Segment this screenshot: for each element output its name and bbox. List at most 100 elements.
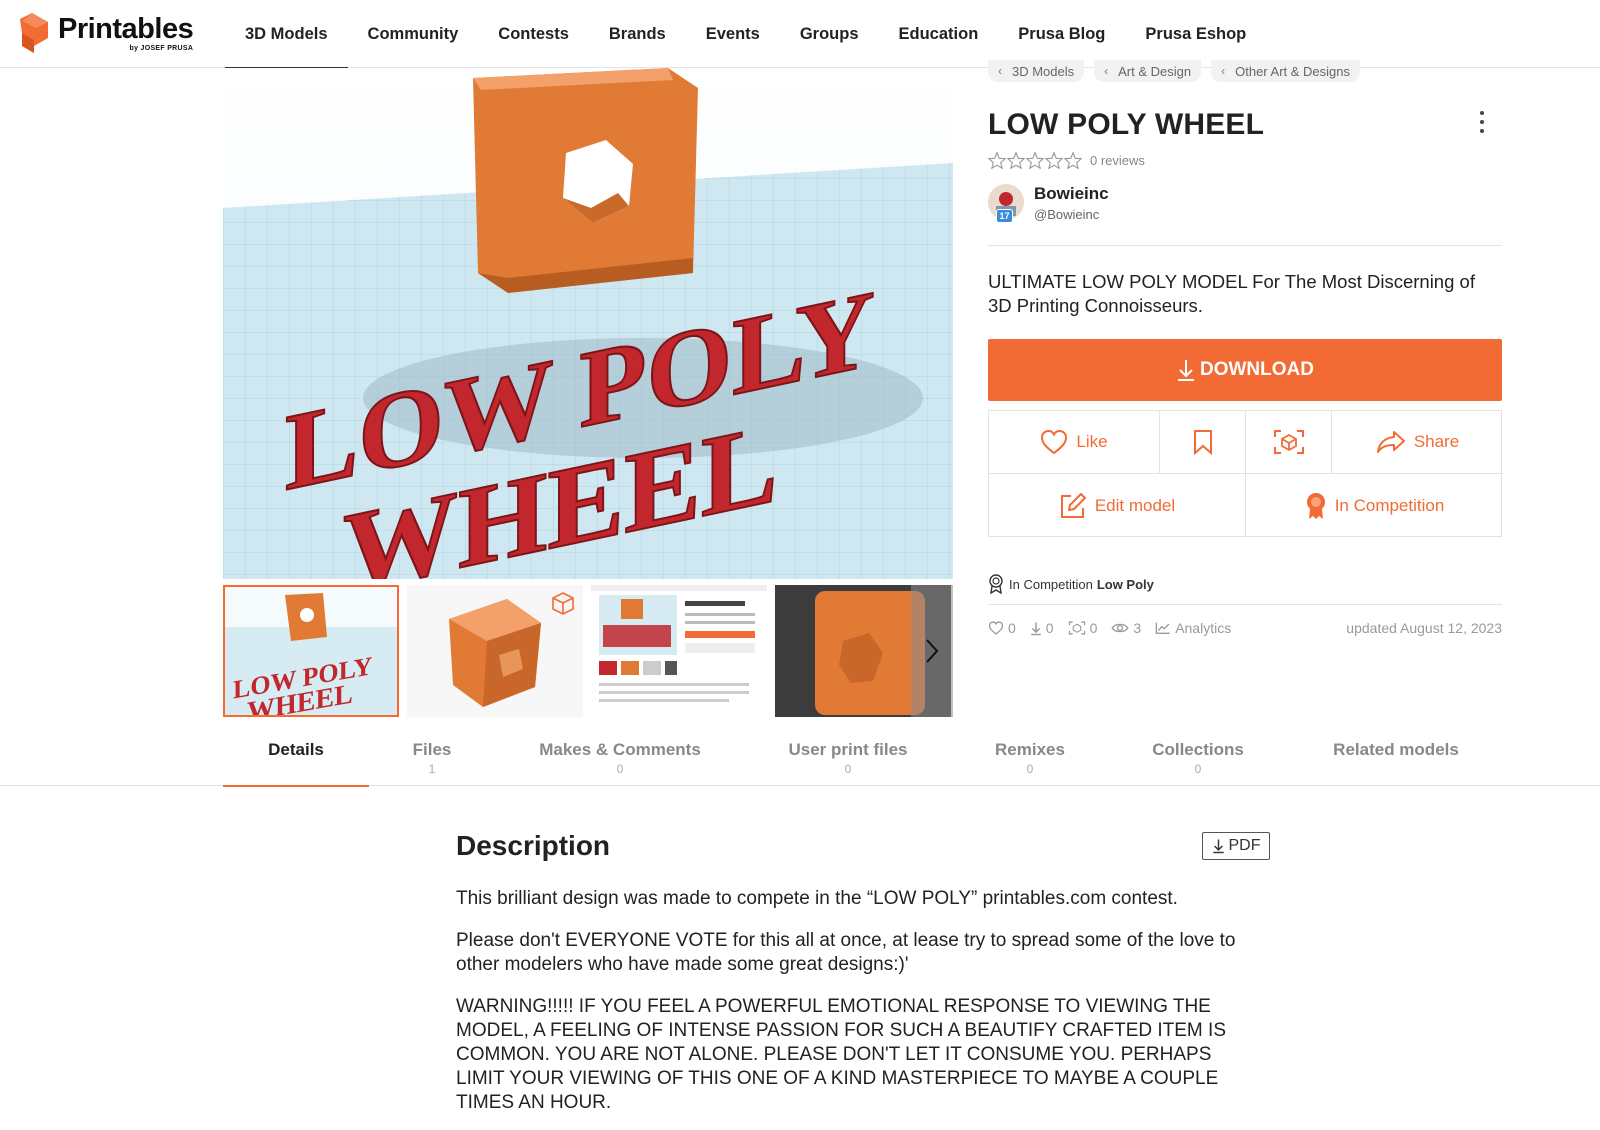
main-nav: 3D Models Community Contests Brands Even… [225, 0, 1266, 69]
star-icon [1007, 152, 1025, 169]
3d-scan-icon [1068, 621, 1085, 635]
download-icon [1178, 360, 1194, 381]
breadcrumb-label: Art & Design [1118, 63, 1192, 79]
tab-label: Related models [1333, 740, 1459, 759]
analytics-link[interactable]: Analytics [1155, 620, 1231, 636]
star-icon [988, 152, 1006, 169]
tab-user-print-files[interactable]: User print files 0 [768, 728, 928, 786]
chevron-left-icon: ‹ [1104, 64, 1109, 78]
edit-model-button[interactable]: Edit model [989, 474, 1246, 537]
bookmark-icon [1193, 430, 1212, 455]
avatar[interactable]: 17 [988, 184, 1024, 223]
description-paragraph-2: Please don't EVERYONE VOTE for this all … [456, 930, 1236, 975]
tab-count: 0 [1194, 762, 1202, 776]
download-icon [1212, 839, 1224, 854]
thumbnail-2[interactable] [407, 585, 583, 717]
thumbnail-1[interactable]: LOW POLY WHEEL [223, 585, 399, 717]
in-competition-button[interactable]: In Competition [1246, 474, 1503, 537]
tab-remixes[interactable]: Remixes 0 [970, 728, 1090, 786]
description-paragraph-3: WARNING!!!!! IF YOU FEEL A POWERFUL EMOT… [456, 996, 1226, 1113]
thumbnail-3[interactable] [591, 585, 767, 717]
star-icon [1026, 152, 1044, 169]
nav-brands[interactable]: Brands [589, 0, 686, 68]
description-paragraph-1: This brilliant design was made to compet… [456, 888, 1178, 909]
edit-label: Edit model [1094, 495, 1176, 515]
reviews-count: 0 reviews [1090, 153, 1145, 168]
ar-view-button[interactable] [1246, 411, 1332, 474]
author-name[interactable]: Bowieinc [1034, 184, 1109, 204]
makes-count: 0 [1089, 620, 1098, 636]
tab-label: Details [268, 740, 324, 759]
divider [988, 604, 1502, 605]
divider [988, 245, 1502, 246]
breadcrumb: ‹ 3D Models ‹ Art & Design ‹ Other Art & De… [988, 60, 1361, 82]
nav-prusa-blog[interactable]: Prusa Blog [998, 0, 1125, 68]
like-button[interactable]: Like [989, 411, 1160, 474]
pdf-button[interactable]: PDF [1202, 832, 1270, 860]
rating-stars [988, 152, 1082, 169]
model-stats: 0 0 0 3 Analytics updated August 12, 202… [988, 618, 1502, 638]
edit-icon [1060, 492, 1086, 518]
breadcrumb-art-design[interactable]: ‹ Art & Design [1094, 60, 1202, 82]
nav-education[interactable]: Education [879, 0, 999, 68]
thumbnail-strip: LOW POLY WHEEL [223, 585, 953, 717]
competition-label: In Competition [1334, 495, 1445, 515]
printables-logo[interactable]: Printables by JOSEF PRUSA [20, 13, 194, 57]
breadcrumb-other-art[interactable]: ‹ Other Art & Designs [1211, 60, 1361, 82]
nav-groups[interactable]: Groups [780, 0, 879, 68]
tab-count: 0 [844, 762, 852, 776]
chart-icon [1155, 622, 1170, 634]
like-label: Like [1076, 432, 1108, 451]
tab-collections[interactable]: Collections 0 [1130, 728, 1266, 786]
tab-makes-comments[interactable]: Makes & Comments 0 [520, 728, 720, 786]
thumbnail-next-button[interactable] [911, 585, 953, 717]
eye-icon [1111, 623, 1129, 633]
nav-community[interactable]: Community [348, 0, 479, 68]
heart-icon [1041, 429, 1068, 455]
tab-count: 0 [616, 762, 624, 776]
3d-scan-icon [1273, 430, 1304, 454]
tab-related-models[interactable]: Related models [1320, 728, 1472, 786]
tab-label: Remixes [995, 740, 1065, 759]
printables-logo-icon [20, 13, 48, 53]
main-model-image[interactable]: LOW POLY WHEEL [223, 68, 953, 579]
competition-name: Low Poly [1096, 576, 1154, 592]
likes-count: 0 [1008, 620, 1016, 636]
tab-details[interactable]: Details [223, 728, 369, 787]
nav-events[interactable]: Events [686, 0, 780, 68]
tab-label: Collections [1152, 740, 1244, 759]
pdf-label: PDF [1228, 837, 1261, 854]
nav-3d-models[interactable]: 3D Models [225, 0, 348, 69]
share-icon [1376, 431, 1405, 453]
updated-date: updated August 12, 2023 [1346, 620, 1502, 636]
award-icon [1306, 492, 1325, 519]
views-stat: 3 [1111, 620, 1141, 636]
nav-contests[interactable]: Contests [478, 0, 589, 68]
model-summary: ULTIMATE LOW POLY MODEL For The Most Dis… [988, 271, 1475, 316]
bookmark-button[interactable] [1160, 411, 1246, 474]
more-options-icon[interactable] [1474, 108, 1490, 136]
analytics-label: Analytics [1175, 620, 1232, 636]
brand-sub: by JOSEF PRUSA [129, 45, 194, 52]
breadcrumb-3d-models[interactable]: ‹ 3D Models [988, 60, 1085, 82]
breadcrumb-label: Other Art & Designs [1235, 63, 1351, 79]
author[interactable]: 17 Bowieinc @Bowieinc [988, 184, 1109, 223]
download-icon [1030, 622, 1041, 635]
star-icon [1064, 152, 1082, 169]
description-title: Description [456, 830, 611, 861]
views-count: 3 [1133, 620, 1142, 636]
nav-prusa-eshop[interactable]: Prusa Eshop [1125, 0, 1266, 68]
chevron-right-icon [926, 639, 939, 663]
model-title: LOW POLY WHEEL [988, 108, 1265, 141]
downloads-stat: 0 [1030, 620, 1054, 636]
tab-files[interactable]: Files 1 [370, 728, 494, 786]
author-level-badge: 17 [996, 209, 1013, 223]
award-outline-icon [989, 574, 1003, 594]
top-navigation: Printables by JOSEF PRUSA 3D Models Comm… [0, 0, 1600, 69]
rating[interactable]: 0 reviews [988, 152, 1145, 169]
heart-icon [988, 621, 1004, 635]
competition-info[interactable]: In Competition Low Poly [988, 574, 1154, 594]
download-button[interactable]: DOWNLOAD [988, 339, 1502, 401]
share-button[interactable]: Share [1332, 411, 1503, 474]
makes-stat: 0 [1068, 620, 1098, 636]
